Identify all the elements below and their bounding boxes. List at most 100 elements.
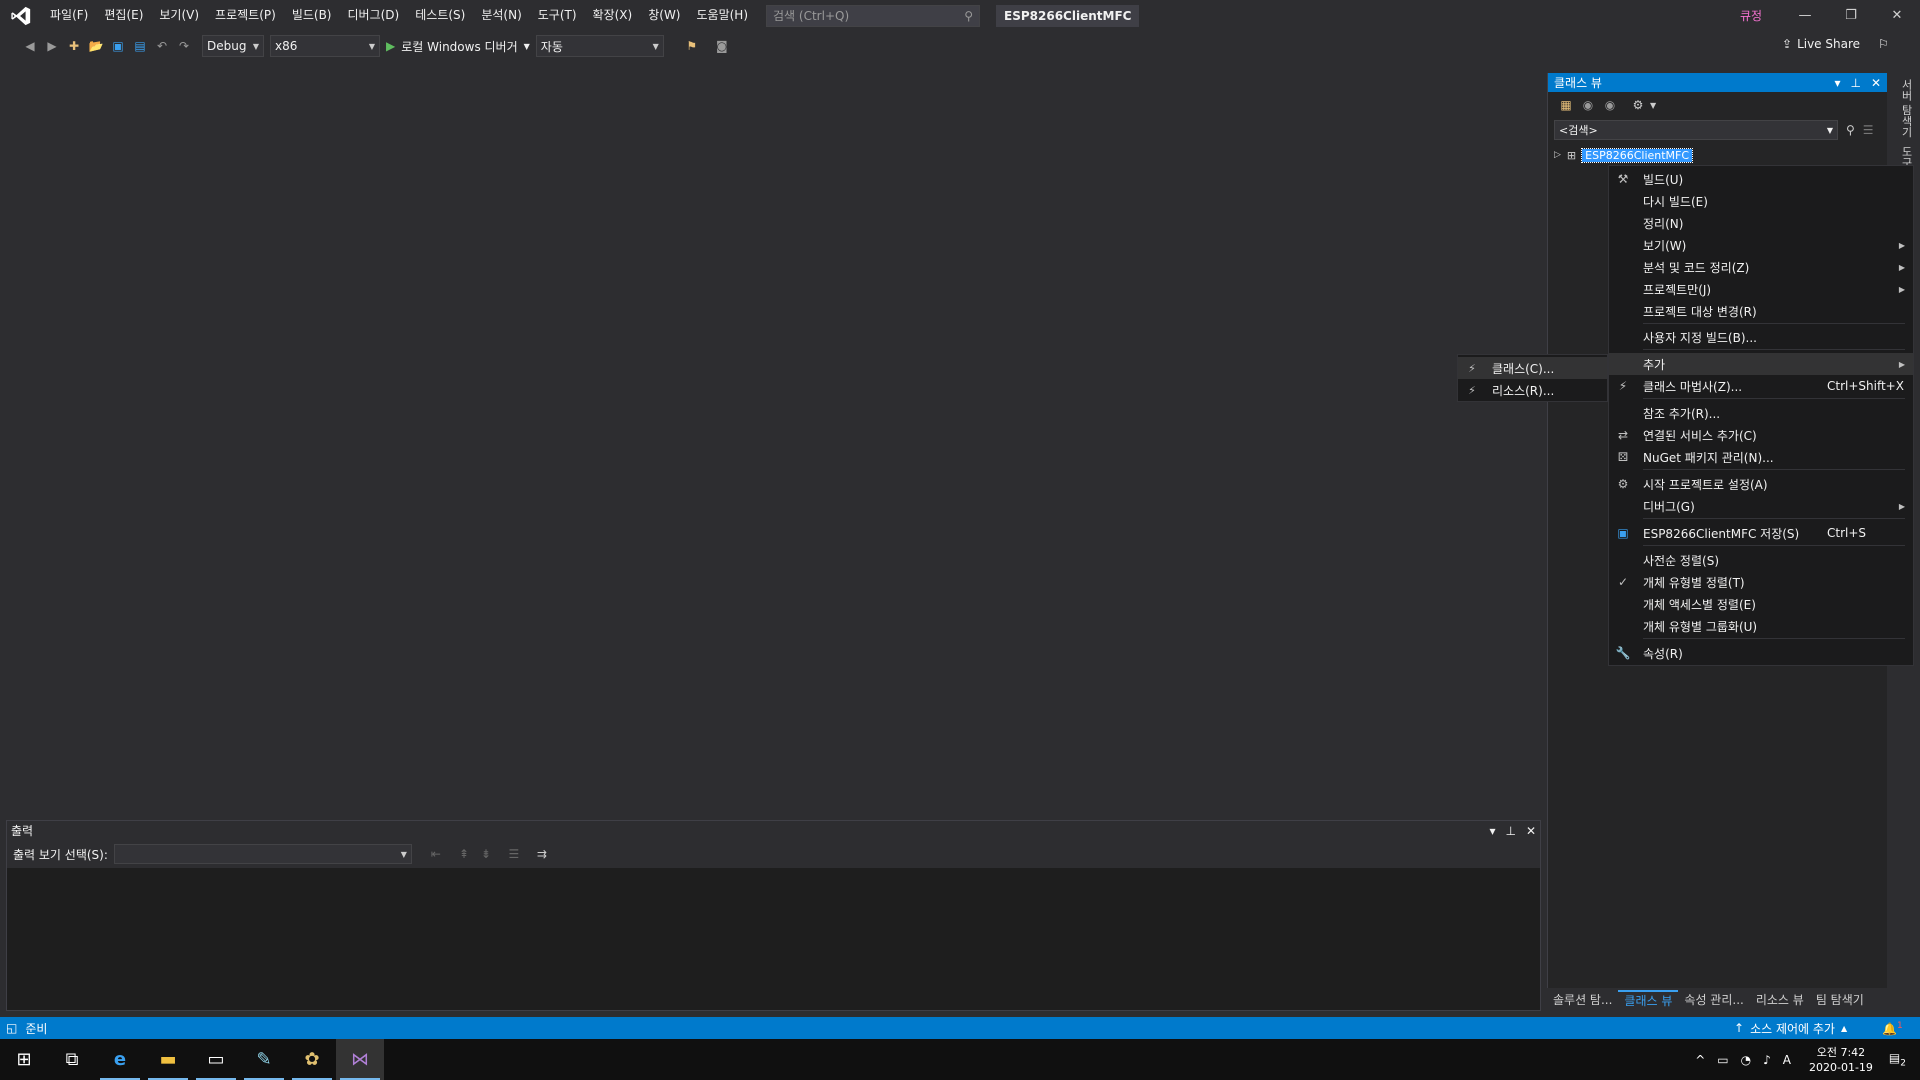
notification-bell-icon[interactable]: 🔔1	[1882, 1021, 1903, 1036]
new-project-icon[interactable]: ✚	[64, 36, 84, 56]
tab-solution-explorer[interactable]: 솔루션 탐...	[1547, 991, 1618, 1008]
solution-configuration-combo[interactable]: Debug ▼	[202, 35, 264, 57]
tab-class-view[interactable]: 클래스 뷰	[1618, 989, 1679, 1009]
forward-icon[interactable]: ◉	[1600, 95, 1620, 115]
menu-0[interactable]: 파일(F)	[42, 0, 96, 31]
chevron-down-icon[interactable]: ▾	[1834, 76, 1840, 90]
menu-item-class-wizard[interactable]: ⚡ 클래스 마법사(Z)... Ctrl+Shift+X	[1609, 375, 1913, 397]
ime-indicator[interactable]: A	[1783, 1053, 1791, 1067]
menu-3[interactable]: 프로젝트(P)	[207, 0, 284, 31]
back-icon[interactable]: ◉	[1578, 95, 1598, 115]
open-file-icon[interactable]: 📂	[86, 36, 106, 56]
output-source-combo[interactable]: ▼	[113, 844, 412, 864]
chevron-down-icon[interactable]: ▾	[1489, 824, 1495, 838]
menu-6[interactable]: 테스트(S)	[407, 0, 473, 31]
close-icon[interactable]: ✕	[1526, 824, 1536, 838]
expand-arrow-icon[interactable]: ▷	[1554, 150, 1561, 160]
find-in-files-icon[interactable]: ⚑	[682, 36, 702, 56]
menu-item-sort-alpha[interactable]: 사전순 정렬(S)	[1609, 549, 1913, 571]
menu-1[interactable]: 편집(E)	[96, 0, 151, 31]
menu-item-sort-access[interactable]: 개체 액세스별 정렬(E)	[1609, 593, 1913, 615]
tab-team-explorer[interactable]: 팀 탐색기	[1810, 991, 1870, 1008]
submenu-item-class[interactable]: ⚡ 클래스(C)...	[1458, 357, 1607, 379]
file-explorer-icon[interactable]: ▬	[144, 1039, 192, 1080]
menu-item-custom-build[interactable]: 사용자 지정 빌드(B)...	[1609, 326, 1913, 348]
network-icon[interactable]: ◔	[1741, 1053, 1751, 1067]
save-all-icon[interactable]: ▤	[130, 36, 150, 56]
word-wrap-icon[interactable]: ⇉	[532, 844, 552, 864]
tab-resource-view[interactable]: 리소스 뷰	[1750, 991, 1810, 1008]
menu-7[interactable]: 분석(N)	[473, 0, 529, 31]
user-account-badge[interactable]: 큐정	[1740, 7, 1762, 24]
menu-item-sort-type[interactable]: ✓ 개체 유형별 정렬(T)	[1609, 571, 1913, 593]
edge-browser-icon[interactable]: e	[96, 1039, 144, 1080]
menu-item-retarget[interactable]: 프로젝트 대상 변경(R)	[1609, 300, 1913, 322]
menu-9[interactable]: 확장(X)	[585, 0, 641, 31]
menu-item-nuget[interactable]: ⚄ NuGet 패키지 관리(N)...	[1609, 446, 1913, 468]
menu-item-save[interactable]: ▣ ESP8266ClientMFC 저장(S) Ctrl+S	[1609, 522, 1913, 544]
menu-item-properties[interactable]: 🔧 속성(R)	[1609, 642, 1913, 664]
settings-list-icon[interactable]: ☰	[1863, 123, 1874, 137]
new-folder-icon[interactable]: ▦	[1556, 95, 1576, 115]
undo-icon[interactable]: ↶	[152, 36, 172, 56]
menu-item-project-only[interactable]: 프로젝트만(J) ▶	[1609, 278, 1913, 300]
menu-10[interactable]: 창(W)	[640, 0, 688, 31]
minimize-icon[interactable]: —	[1782, 0, 1828, 31]
chevron-down-icon[interactable]: ▼	[1650, 101, 1656, 110]
navigate-forward-icon[interactable]: ▶	[42, 36, 62, 56]
menu-item-add[interactable]: 추가 ▶	[1609, 353, 1913, 375]
close-icon[interactable]: ✕	[1871, 76, 1881, 90]
gear-icon[interactable]: ⚙	[1628, 95, 1648, 115]
action-center-icon[interactable]: ▤2	[1889, 1051, 1906, 1068]
menu-8[interactable]: 도구(T)	[530, 0, 585, 31]
terminal-icon[interactable]: ▭	[192, 1039, 240, 1080]
menu-item-rebuild[interactable]: 다시 빌드(E)	[1609, 190, 1913, 212]
menu-item-analyze[interactable]: 분석 및 코드 정리(Z) ▶	[1609, 256, 1913, 278]
pin-icon[interactable]: ⊥	[1505, 824, 1515, 838]
visual-studio-taskbar-icon[interactable]: ⋈	[336, 1039, 384, 1080]
save-icon[interactable]: ▣	[108, 36, 128, 56]
tab-property-manager[interactable]: 속성 관리...	[1678, 991, 1749, 1008]
notepad-icon[interactable]: ✎	[240, 1039, 288, 1080]
menu-2[interactable]: 보기(V)	[151, 0, 207, 31]
menu-4[interactable]: 빌드(B)	[284, 0, 340, 31]
add-to-source-control-button[interactable]: ↑ 소스 제어에 추가 ▲	[1734, 1020, 1847, 1037]
paint-icon[interactable]: ✿	[288, 1039, 336, 1080]
menu-item-view[interactable]: 보기(W) ▶	[1609, 234, 1913, 256]
class-view-search-input[interactable]: <검색> ▼	[1554, 120, 1838, 140]
menu-11[interactable]: 도움말(H)	[689, 0, 757, 31]
solution-platform-combo[interactable]: x86 ▼	[270, 35, 380, 57]
restore-icon[interactable]: ❐	[1828, 0, 1874, 31]
volume-icon[interactable]: ♪	[1763, 1053, 1771, 1067]
feedback-icon[interactable]: ⚐	[1878, 37, 1889, 51]
navigate-back-icon[interactable]: ◀	[20, 36, 40, 56]
close-window-icon[interactable]: ✕	[1874, 0, 1920, 31]
task-view-icon[interactable]: ⧉	[48, 1039, 96, 1080]
menu-item-clean[interactable]: 정리(N)	[1609, 212, 1913, 234]
menu-item-add-reference[interactable]: 참조 추가(R)...	[1609, 402, 1913, 424]
taskbar-clock[interactable]: 오전 7:42 2020-01-19	[1809, 1045, 1873, 1075]
menu-item-connected-service[interactable]: ⇄ 연결된 서비스 추가(C)	[1609, 424, 1913, 446]
pin-icon[interactable]: ⊥	[1850, 76, 1860, 90]
show-hidden-icons-icon[interactable]: ^	[1695, 1053, 1705, 1067]
menu-item-debug[interactable]: 디버그(G) ▶	[1609, 495, 1913, 517]
tree-node-project[interactable]: ESP8266ClientMFC	[1581, 147, 1694, 163]
side-tab-server-explorer[interactable]: 서버 탐색기	[1894, 75, 1914, 142]
menu-5[interactable]: 디버그(D)	[340, 0, 408, 31]
redo-icon[interactable]: ↷	[174, 36, 194, 56]
menu-item-group-type[interactable]: 개체 유형별 그룹화(U)	[1609, 615, 1913, 637]
quick-launch-search[interactable]: 검색 (Ctrl+Q) ⚲	[766, 4, 981, 27]
find-message-icon[interactable]: ⇤	[426, 844, 446, 864]
windows-start-icon[interactable]: ⊞	[0, 1039, 48, 1080]
menu-item-build[interactable]: ⚒ 빌드(U)	[1609, 168, 1913, 190]
screenshot-icon[interactable]: ◙	[712, 36, 732, 56]
menu-item-set-startup[interactable]: ⚙ 시작 프로젝트로 설정(A)	[1609, 473, 1913, 495]
start-debugging-button[interactable]: ▶ 로컬 Windows 디버거 ▼	[386, 38, 530, 55]
live-share-button[interactable]: ⇪ Live Share ⚐	[1782, 37, 1889, 51]
debug-mode-combo[interactable]: 자동 ▼	[535, 35, 664, 57]
visual-studio-logo-icon[interactable]	[0, 0, 42, 31]
clear-all-icon[interactable]: ☰	[504, 844, 524, 864]
submenu-item-resource[interactable]: ⚡ 리소스(R)...	[1458, 379, 1607, 401]
search-icon[interactable]: ⚲	[1846, 123, 1855, 137]
previous-message-icon[interactable]: ⇞	[454, 844, 474, 864]
